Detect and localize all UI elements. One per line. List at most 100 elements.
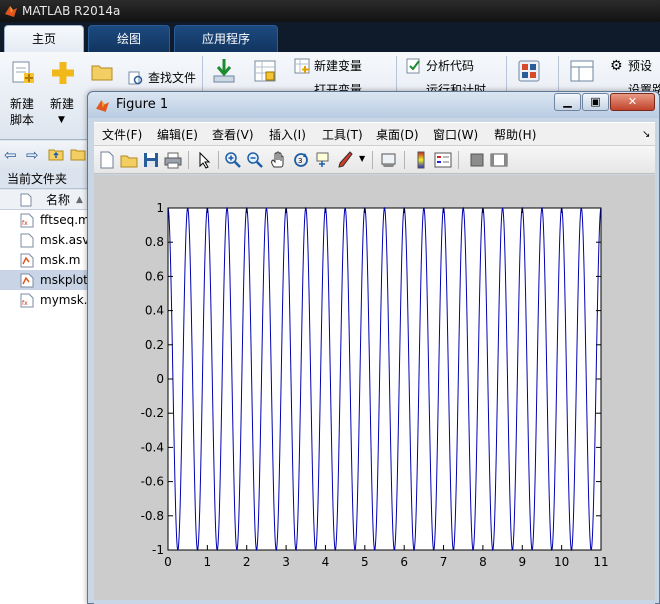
- menu-edit[interactable]: 编辑(E): [157, 123, 198, 147]
- figure-menubar: 文件(F) 编辑(E) 查看(V) 插入(I) 工具(T) 桌面(D) 窗口(W…: [94, 122, 655, 146]
- axes-box[interactable]: [167, 207, 602, 551]
- name-column-header[interactable]: 名称: [46, 190, 70, 210]
- browse-folder-icon[interactable]: [70, 147, 86, 161]
- toolbar-separator: [372, 151, 373, 169]
- x-tick-label: 10: [554, 555, 569, 569]
- rotate-3d-icon[interactable]: 3: [292, 151, 310, 169]
- list-item[interactable]: fx fftseq.m: [0, 210, 90, 230]
- toolbar-separator: [458, 151, 459, 169]
- x-tick-label: 5: [361, 555, 369, 569]
- file-name: msk.m: [40, 253, 81, 267]
- list-item[interactable]: msk.asv: [0, 230, 90, 250]
- toolbar-separator: [188, 151, 189, 169]
- show-plot-tools-icon[interactable]: [490, 151, 508, 169]
- file-type-column-icon: [20, 193, 32, 207]
- maximize-button[interactable]: ▣: [582, 93, 609, 111]
- m-file-icon: [20, 253, 34, 268]
- brush-icon[interactable]: [337, 151, 355, 169]
- path-toolbar: ⇦ ⇨: [0, 141, 90, 169]
- menu-window[interactable]: 窗口(W): [433, 123, 478, 147]
- dock-arrow-icon[interactable]: ↘: [642, 123, 650, 147]
- simulink-library-icon[interactable]: [518, 60, 540, 82]
- svg-text:fx: fx: [22, 300, 28, 307]
- colorbar-icon[interactable]: [412, 151, 430, 169]
- open-folder-icon[interactable]: [90, 62, 114, 82]
- sort-ascending-icon: ▲: [76, 195, 83, 205]
- m-file-icon: fx: [20, 293, 34, 308]
- figure-bottom-edge: [94, 600, 655, 604]
- x-tick-label: 3: [282, 555, 290, 569]
- open-file-icon[interactable]: [120, 151, 138, 169]
- y-tick-label: 0.8: [145, 235, 164, 249]
- y-tick-label: -0.8: [141, 509, 164, 523]
- y-tick-label: -0.6: [141, 475, 164, 489]
- matlab-logo-icon: [5, 6, 17, 17]
- back-arrow-icon[interactable]: ⇦: [4, 146, 17, 164]
- figure-canvas[interactable]: 0 1 2 3 4 5 6 7 8 9 10 11 -1 -0.8 -0.6 -0.4 -0.2 0 0.2 0.4…: [94, 175, 655, 600]
- figure-title: Figure 1: [116, 97, 169, 112]
- y-tick-label: 0.4: [145, 304, 164, 318]
- data-cursor-icon[interactable]: [314, 151, 332, 169]
- tab-plots[interactable]: 绘图: [88, 25, 170, 52]
- close-icon: ✕: [627, 95, 638, 108]
- x-tick-label: 1: [204, 555, 212, 569]
- zoom-in-icon[interactable]: [224, 151, 242, 169]
- menu-file[interactable]: 文件(F): [102, 123, 142, 147]
- svg-text:3: 3: [298, 157, 302, 165]
- x-tick-label: 11: [593, 555, 608, 569]
- menu-insert[interactable]: 插入(I): [269, 123, 306, 147]
- list-item[interactable]: msk.m: [0, 250, 90, 270]
- tab-apps[interactable]: 应用程序: [174, 25, 278, 52]
- pan-hand-icon[interactable]: [269, 151, 287, 169]
- link-plot-icon[interactable]: [380, 151, 398, 169]
- zoom-out-icon[interactable]: [246, 151, 264, 169]
- tab-home[interactable]: 主页: [4, 25, 84, 52]
- new-script-icon: [12, 61, 34, 83]
- x-tick-label: 0: [164, 555, 172, 569]
- x-tick-label: 7: [440, 555, 448, 569]
- ribbon-tabbar: 主页 绘图 应用程序: [0, 22, 660, 52]
- hide-plot-tools-icon[interactable]: [468, 151, 486, 169]
- brush-dropdown-icon[interactable]: ▼: [359, 154, 365, 163]
- y-tick-label: -0.4: [141, 440, 164, 454]
- menu-tools[interactable]: 工具(T): [322, 123, 363, 147]
- file-name: mskplot.m: [40, 273, 90, 287]
- new-script-label-1: 新建: [10, 97, 35, 111]
- matlab-titlebar: MATLAB R2014a: [0, 0, 660, 22]
- minimize-button[interactable]: ▁: [554, 93, 581, 111]
- legend-icon[interactable]: [434, 151, 452, 169]
- forward-arrow-icon[interactable]: ⇨: [26, 146, 39, 164]
- print-icon[interactable]: [164, 151, 182, 169]
- figure-window[interactable]: Figure 1 ▁ ▣ ✕ 文件(F) 编辑(E) 查看(V) 插入(I) 工…: [87, 91, 660, 604]
- new-variable-label: 新建变量: [314, 59, 363, 73]
- new-button[interactable]: 新建 ▼: [48, 58, 78, 128]
- matlab-logo-icon: [96, 100, 109, 112]
- list-item[interactable]: fx mymsk.m: [0, 290, 90, 310]
- x-tick-label: 2: [243, 555, 251, 569]
- save-workspace-icon[interactable]: [254, 60, 276, 82]
- close-button[interactable]: ✕: [610, 93, 655, 111]
- preferences-label: 预设: [628, 59, 653, 73]
- m-file-icon: [20, 273, 34, 288]
- new-script-label-2: 脚本: [10, 113, 35, 127]
- save-icon[interactable]: [142, 151, 160, 169]
- svg-text:fx: fx: [22, 220, 28, 227]
- import-data-icon[interactable]: [212, 58, 236, 84]
- menu-view[interactable]: 查看(V): [212, 123, 254, 147]
- menu-help[interactable]: 帮助(H): [494, 123, 536, 147]
- find-files-label: 查找文件: [148, 71, 197, 85]
- new-script-button[interactable]: 新建 脚本: [8, 58, 38, 128]
- layout-icon[interactable]: [570, 60, 594, 82]
- current-folder-header: 当前文件夹: [0, 169, 90, 189]
- figure-titlebar[interactable]: Figure 1 ▁ ▣ ✕: [88, 92, 659, 118]
- find-files-icon: [128, 71, 143, 85]
- menu-desktop[interactable]: 桌面(D): [376, 123, 419, 147]
- new-figure-icon[interactable]: [98, 151, 116, 169]
- plot-area[interactable]: 0 1 2 3 4 5 6 7 8 9 10 11 -1 -0.8 -0.6 -0.4 -0.2 0 0.2 0.4…: [94, 175, 655, 600]
- up-folder-icon[interactable]: [48, 147, 64, 161]
- edit-plot-arrow-icon[interactable]: [196, 151, 214, 169]
- x-tick-label: 8: [479, 555, 487, 569]
- gear-icon: ⚙: [610, 58, 623, 74]
- list-item-selected[interactable]: mskplot.m: [0, 270, 90, 290]
- y-tick-label: -0.2: [141, 406, 164, 420]
